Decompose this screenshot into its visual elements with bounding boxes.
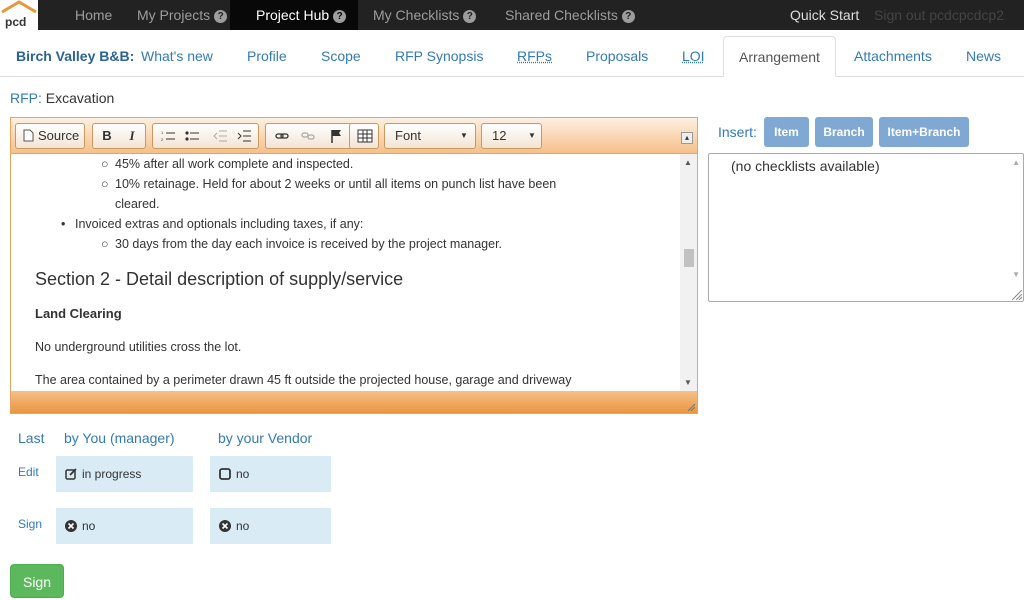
- list-group: 12: [152, 123, 259, 149]
- tab-rfps[interactable]: RFPs: [517, 36, 552, 76]
- insert-branch-button[interactable]: Branch: [815, 117, 873, 147]
- tab-profile[interactable]: Profile: [247, 36, 287, 76]
- insert-label: Insert:: [718, 124, 757, 140]
- list-item: ○ 10% retainage. Held for about 2 weeks o…: [101, 177, 557, 191]
- list-item: ○ 30 days from the day each invoice is re…: [101, 237, 503, 251]
- scroll-up-icon[interactable]: ▲: [1012, 158, 1020, 167]
- chevron-down-icon: ▼: [528, 131, 536, 140]
- editor-toolbar: Source B I 12 Font ▼ 12 ▼ ▴: [11, 118, 697, 154]
- insert-item-button[interactable]: Item: [764, 117, 809, 147]
- scroll-down-icon[interactable]: ▼: [684, 378, 692, 387]
- list-item: • Invoiced extras and optionals including…: [61, 217, 364, 231]
- help-icon[interactable]: ?: [621, 10, 635, 23]
- italic-button[interactable]: I: [121, 124, 143, 148]
- nav-project-hub[interactable]: Project Hub?: [230, 0, 358, 30]
- source-button[interactable]: Source: [15, 123, 85, 149]
- edit-status-vendor: no: [210, 456, 331, 492]
- toolbar-collapse-icon[interactable]: ▴: [681, 132, 693, 144]
- bulleted-list-icon[interactable]: [180, 124, 204, 148]
- insert-item-branch-button[interactable]: Item+Branch: [879, 117, 969, 147]
- tab-proposals[interactable]: Proposals: [586, 36, 648, 76]
- tab-news[interactable]: News: [966, 36, 1001, 76]
- sign-status-vendor: no: [210, 508, 331, 544]
- table-button[interactable]: [349, 123, 379, 149]
- rfp-label: RFP:: [10, 90, 42, 106]
- quick-start-link[interactable]: Quick Start: [790, 0, 859, 30]
- status-col-last: Last: [18, 430, 45, 446]
- empty-checklist-message: (no checklists available): [731, 158, 880, 174]
- tab-rfp-synopsis[interactable]: RFP Synopsis: [395, 36, 483, 76]
- status-row-edit: Edit: [18, 465, 39, 479]
- tab-scope[interactable]: Scope: [321, 36, 361, 76]
- pcd-logo[interactable]: pcd: [0, 0, 38, 30]
- top-navbar: pcd Home My Projects? Project Hub? My Ch…: [0, 0, 1024, 30]
- unlink-icon[interactable]: [296, 124, 320, 148]
- resize-grip-icon[interactable]: [1012, 290, 1022, 300]
- list-item: ○ 45% after all work complete and inspect…: [101, 157, 354, 171]
- help-icon[interactable]: ?: [463, 10, 477, 23]
- tab-arrangement[interactable]: Arrangement: [723, 36, 836, 77]
- scroll-thumb[interactable]: [684, 249, 694, 267]
- paragraph: The area contained by a perimeter drawn …: [35, 373, 572, 387]
- rfp-heading: RFP: Excavation: [10, 90, 114, 106]
- nav-home[interactable]: Home: [62, 0, 128, 30]
- editor-content[interactable]: ○ 45% after all work complete and inspect…: [11, 154, 697, 391]
- indent-icon[interactable]: [232, 124, 256, 148]
- checklist-select-box[interactable]: (no checklists available) ▲ ▼: [708, 153, 1024, 302]
- sign-status-you: no: [56, 508, 193, 544]
- font-select[interactable]: Font ▼: [384, 123, 476, 149]
- editor-scrollbar[interactable]: ▲ ▼: [680, 154, 697, 391]
- help-icon[interactable]: ?: [333, 10, 347, 23]
- svg-text:1: 1: [161, 130, 164, 135]
- svg-text:pcd: pcd: [5, 15, 26, 29]
- edit-status-you: in progress: [56, 456, 193, 492]
- tab-whats-new[interactable]: What's new: [141, 36, 213, 76]
- project-tabs: Birch Valley B&B: What's new Profile Sco…: [0, 36, 1024, 77]
- table-icon: [355, 124, 375, 148]
- bold-button[interactable]: B: [96, 124, 118, 148]
- outdent-icon[interactable]: [208, 124, 232, 148]
- close-circle-icon: [219, 520, 231, 532]
- editor-footer: [11, 391, 697, 413]
- source-icon: [21, 124, 35, 148]
- sign-out-link[interactable]: Sign out pcdcpcdcp2: [874, 0, 1004, 30]
- tab-attachments[interactable]: Attachments: [854, 36, 932, 76]
- numbered-list-icon[interactable]: 12: [156, 124, 180, 148]
- rfp-value: Excavation: [45, 90, 115, 106]
- nav-my-projects[interactable]: My Projects?: [128, 0, 240, 30]
- subsection-heading: Land Clearing: [35, 306, 122, 321]
- paragraph: No underground utilities cross the lot.: [35, 340, 242, 354]
- section-heading: Section 2 - Detail description of supply…: [35, 269, 404, 289]
- nav-shared-checklists[interactable]: Shared Checklists?: [496, 0, 646, 30]
- chevron-down-icon: ▼: [460, 131, 468, 140]
- nav-my-checklists[interactable]: My Checklists?: [364, 0, 488, 30]
- edit-square-icon: [65, 468, 77, 480]
- empty-square-icon: [219, 468, 231, 480]
- anchor-flag-icon[interactable]: [324, 124, 348, 148]
- link-group: [265, 123, 353, 149]
- list-item-continuation: cleared.: [115, 197, 160, 211]
- project-name: Birch Valley B&B:: [16, 48, 135, 64]
- scroll-down-icon[interactable]: ▼: [1012, 270, 1020, 279]
- scroll-up-icon[interactable]: ▲: [684, 158, 692, 167]
- help-icon[interactable]: ?: [214, 10, 228, 23]
- sign-button[interactable]: Sign: [10, 564, 64, 598]
- arrangement-editor: Source B I 12 Font ▼ 12 ▼ ▴ ○ 45% after …: [10, 117, 698, 414]
- tab-loi[interactable]: LOI: [682, 36, 705, 76]
- font-size-select[interactable]: 12 ▼: [481, 123, 542, 149]
- status-row-sign: Sign: [18, 517, 43, 531]
- text-style-group: B I: [92, 123, 146, 149]
- svg-text:2: 2: [161, 137, 164, 142]
- status-col-you: by You (manager): [64, 430, 175, 446]
- resize-grip-icon[interactable]: [688, 404, 695, 411]
- close-circle-icon: [65, 520, 77, 532]
- status-col-vendor: by your Vendor: [218, 430, 313, 446]
- link-icon[interactable]: [270, 124, 294, 148]
